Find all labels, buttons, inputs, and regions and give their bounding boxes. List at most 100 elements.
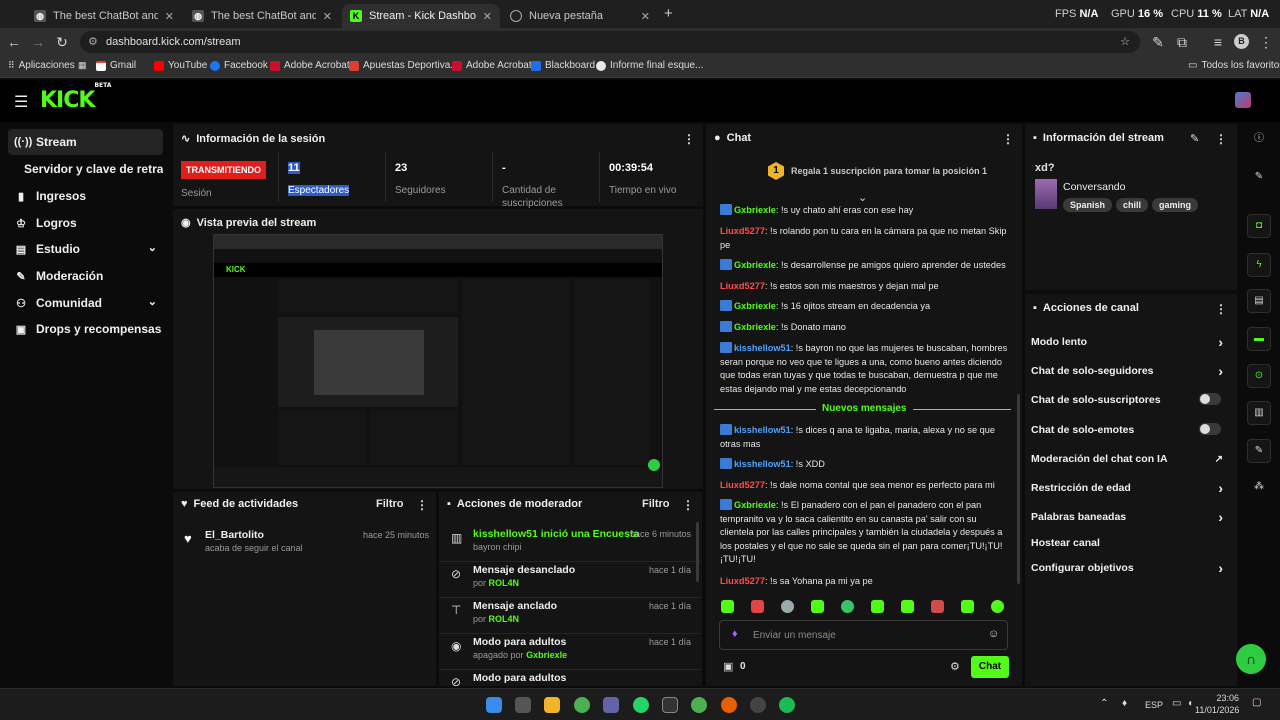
sidebar-item-logros[interactable]: ♔ Logros (8, 210, 163, 236)
url-input[interactable]: ⚙ dashboard.kick.com/stream ☆ (80, 31, 1140, 53)
chat-icon[interactable]: ▬ (1247, 327, 1271, 351)
bookmark-item[interactable]: ⠿ Aplicaciones (8, 60, 75, 71)
close-icon[interactable]: ✕ (323, 10, 332, 23)
category-name[interactable]: Conversando (1063, 181, 1125, 193)
chevron-down-icon[interactable]: ⌄ (858, 191, 867, 204)
pencil-icon[interactable]: ✎ (1247, 166, 1271, 190)
action-subscribers-only[interactable]: Chat de solo-suscriptores (1031, 393, 1231, 406)
action-banned-words[interactable]: Palabras baneadas › (1031, 509, 1231, 525)
app-icon[interactable] (662, 697, 678, 713)
forward-icon[interactable]: → (30, 34, 46, 50)
chrome-icon[interactable] (691, 697, 707, 713)
close-icon[interactable]: ✕ (483, 10, 492, 23)
clock-date[interactable]: 11/01/2026 (1195, 705, 1239, 715)
bookmark-item[interactable]: Apuestas Deportiva... (349, 60, 459, 71)
layers-icon[interactable]: ▥ (1247, 401, 1271, 425)
chat-settings-gear-icon[interactable]: ⚙ (950, 660, 960, 673)
extension-pen-icon[interactable]: ✎ (1150, 34, 1166, 51)
gift-sub-banner[interactable]: Regala 1 suscripción para tomar la posic… (791, 166, 987, 176)
support-headset-icon[interactable]: ∩ (1236, 644, 1266, 674)
more-options-icon[interactable]: ⋮ (1215, 132, 1227, 146)
emote-icon[interactable] (721, 600, 734, 613)
site-info-icon[interactable]: ⚙ (88, 31, 98, 53)
chat-input[interactable]: ♦ Enviar un mensaje ☺ (719, 620, 1008, 650)
bookmark-item[interactable]: Blackboard (531, 60, 595, 71)
bookmark-star-icon[interactable]: ☆ (1120, 31, 1130, 53)
close-icon[interactable]: ✕ (165, 10, 174, 23)
browser-tab[interactable]: ◍ The best ChatBot and Widgets ✕ (26, 4, 182, 28)
feed-filter-button[interactable]: Filtro (376, 498, 404, 510)
emote-icon[interactable] (811, 600, 824, 613)
browser-menu-icon[interactable]: ⋮ (1258, 34, 1274, 51)
document-icon[interactable]: ▤ (1247, 289, 1271, 313)
send-chat-button[interactable]: Chat (971, 656, 1009, 678)
action-ai-moderation[interactable]: Moderación del chat con IA ↗ (1031, 453, 1231, 465)
broadcast-icon[interactable]: ⊙ (1247, 364, 1271, 388)
chrome-icon[interactable] (574, 697, 590, 713)
close-icon[interactable]: ✕ (641, 10, 650, 23)
sidebar-item-ingresos[interactable]: ▮ Ingresos (8, 183, 163, 209)
chat-scrollbar[interactable] (1017, 394, 1020, 584)
obs-icon[interactable] (750, 697, 766, 713)
shortcuts-icon[interactable]: ⁂ (1247, 476, 1271, 500)
new-tab-button[interactable]: + (664, 5, 673, 22)
action-host-channel[interactable]: Hostear canal (1031, 537, 1231, 549)
reload-icon[interactable]: ↻ (54, 34, 70, 51)
sidebar-item-stream[interactable]: ((·)) Stream (8, 129, 163, 155)
kick-logo[interactable]: KICKBETA (40, 82, 111, 113)
whatsapp-icon[interactable] (633, 697, 649, 713)
wrench-icon[interactable]: ✎ (1247, 439, 1271, 463)
sidebar-item-estudio[interactable]: ▤ Estudio ⌄ (8, 236, 163, 262)
bookmark-item[interactable]: YouTube (154, 60, 207, 71)
user-avatar[interactable] (1235, 92, 1251, 108)
channel-points-icon[interactable]: ▣ (723, 660, 733, 673)
more-options-icon[interactable]: ⋮ (683, 132, 695, 146)
back-icon[interactable]: ← (6, 34, 22, 50)
emote-icon[interactable] (961, 600, 974, 613)
lightning-icon[interactable]: ϟ (1247, 253, 1271, 277)
all-bookmarks[interactable]: ▭ Todos los favoritos (1188, 60, 1280, 71)
sidebar-item-comunidad[interactable]: ⚇ Comunidad ⌄ (8, 290, 163, 316)
emotes-only-toggle[interactable] (1199, 423, 1221, 435)
microphone-icon[interactable]: ♦ (1122, 698, 1127, 709)
firefox-icon[interactable] (721, 697, 737, 713)
reading-list-icon[interactable]: ≡ (1210, 34, 1226, 50)
notifications-icon[interactable]: ▢ (1252, 697, 1261, 708)
bookmark-item[interactable]: Facebook (210, 60, 268, 71)
language-indicator[interactable]: ESP (1145, 700, 1163, 710)
folder-icon[interactable] (544, 697, 560, 713)
bookmark-item[interactable]: Adobe Acrobat (270, 60, 350, 71)
start-windows-icon[interactable] (486, 697, 502, 713)
more-options-icon[interactable]: ⋮ (416, 498, 428, 512)
bookmark-item[interactable]: Adobe Acrobat (452, 60, 532, 71)
more-options-icon[interactable]: ⋮ (682, 498, 694, 512)
emote-icon[interactable] (991, 600, 1004, 613)
sidebar-item-server-key[interactable]: Servidor y clave de retransmisión (8, 156, 163, 182)
spotify-icon[interactable] (779, 697, 795, 713)
emote-icon[interactable] (931, 600, 944, 613)
subscribers-only-toggle[interactable] (1199, 393, 1221, 405)
chevron-up-icon[interactable]: ⌃ (1100, 698, 1108, 709)
extensions-icon[interactable]: ⧉ (1174, 34, 1190, 51)
action-emotes-only[interactable]: Chat de solo-emotes (1031, 423, 1231, 436)
microphone-icon[interactable]: ♦ (732, 628, 738, 640)
hamburger-menu-icon[interactable]: ☰ (14, 92, 28, 112)
camera-icon[interactable]: ◘ (1247, 214, 1271, 238)
tag-pill[interactable]: gaming (1152, 198, 1199, 212)
more-options-icon[interactable]: ⋮ (1002, 132, 1014, 146)
clock-time[interactable]: 23:06 (1207, 693, 1239, 703)
teams-icon[interactable] (603, 697, 619, 713)
browser-tab-active[interactable]: K Stream - Kick Dashboard ✕ (342, 4, 500, 28)
emote-icon[interactable] (841, 600, 854, 613)
browser-tab[interactable]: ◍ The best ChatBot and Widgets ✕ (184, 4, 340, 28)
sidebar-item-drops[interactable]: ▣ Drops y recompensas (8, 316, 163, 342)
tag-pill[interactable]: Spanish (1063, 198, 1113, 212)
more-options-icon[interactable]: ⋮ (1215, 302, 1227, 316)
action-configure-goals[interactable]: Configurar objetivos › (1031, 560, 1231, 576)
file-icon[interactable] (515, 697, 531, 713)
volume-icon[interactable]: ◖ (1187, 698, 1193, 709)
info-icon[interactable]: ⓘ (1247, 128, 1271, 152)
emote-icon[interactable] (751, 600, 764, 613)
network-icon[interactable]: ▭ (1172, 698, 1181, 709)
emote-icon[interactable] (781, 600, 794, 613)
